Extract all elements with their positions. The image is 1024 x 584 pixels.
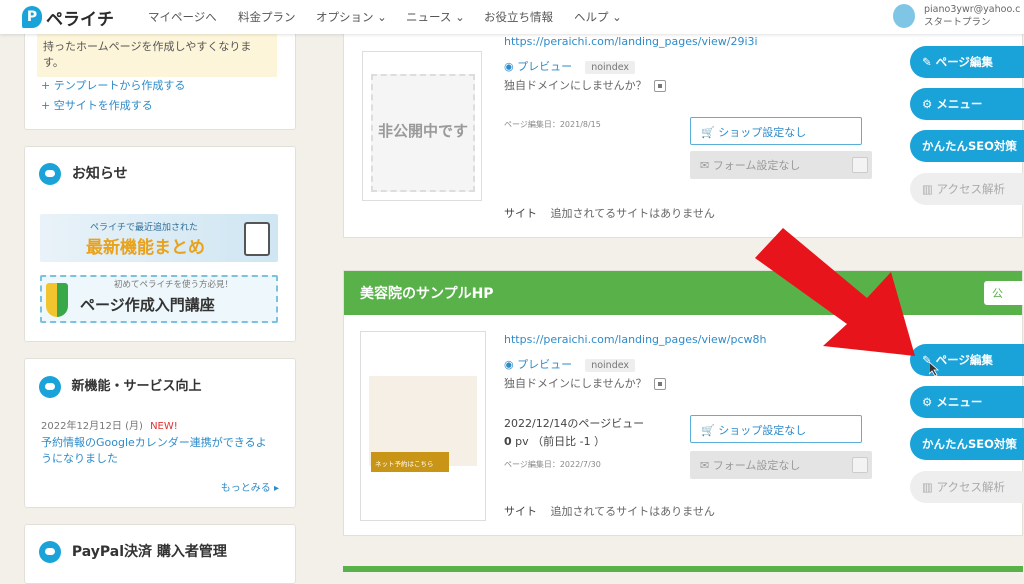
nav-mypage[interactable]: マイページへ — [148, 9, 217, 25]
site1-form-label: ✉ フォーム設定なし — [700, 159, 801, 172]
site1-site-none: 追加されてるサイトはありません — [550, 207, 715, 220]
site2-menu-button[interactable]: ⚙ メニュー — [910, 386, 1024, 418]
site2-title[interactable]: 美容院のサンプルHP — [360, 286, 494, 302]
lock-icon — [654, 378, 667, 390]
news-date-row: 2022年12月12日 (月) NEW! — [41, 417, 178, 432]
beginner-mark-icon — [46, 283, 68, 317]
intro-line-2: す。 — [43, 56, 64, 69]
site2-site-label: サイト — [504, 505, 537, 518]
lock-icon — [654, 80, 667, 92]
site1-edited-date: ページ編集日：2021/8/15 — [504, 120, 601, 129]
speech-bubble-icon — [39, 163, 61, 185]
paypal-header[interactable]: PayPal決済 購入者管理 — [39, 541, 227, 563]
paypal-title: PayPal決済 購入者管理 — [71, 544, 227, 560]
news-title: 新機能・サービス向上 — [71, 379, 202, 394]
mouse-cursor-icon — [929, 362, 939, 376]
site2-status-badge[interactable]: 公 — [984, 281, 1024, 305]
nav-options[interactable]: オプション ⌄ — [316, 9, 387, 25]
site1-noindex-tag: noindex — [585, 61, 636, 74]
banner1-subtitle: ペライチで最近追加された — [90, 223, 199, 233]
news-line-1: 予約情報のGoogleカレンダー連携ができるよ — [41, 436, 267, 449]
site2-site-none: 追加されてるサイトはありません — [550, 505, 715, 518]
site2-url[interactable]: https://peraichi.com/landing_pages/view/… — [504, 333, 766, 346]
site2-views-row: 0 pv （前日比 -1 ） — [504, 433, 605, 449]
new-badge: NEW! — [150, 421, 178, 432]
site2-views-change: （前日比 -1 ） — [532, 435, 606, 448]
site2-shop-button[interactable]: 🛒 ショップ設定なし — [690, 415, 862, 443]
site2-domain-row[interactable]: 独自ドメインにしませんか？ — [504, 375, 667, 391]
megaphone-icon — [39, 375, 61, 398]
site2-preview-row: ◉ プレビュー noindex — [504, 353, 636, 372]
create-blank-link[interactable]: + 空サイトを作成する — [41, 97, 153, 113]
site1-domain-row[interactable]: 独自ドメインにしませんか？ — [504, 77, 667, 93]
intro-line-1: 持ったホームページを作成しやすくなりま — [43, 40, 252, 53]
phone-icon — [244, 222, 270, 256]
news-date: 2022年12月12日 (月) — [41, 421, 143, 432]
lock-icon — [852, 457, 868, 473]
site2-header: 美容院のサンプルHP — [344, 271, 1022, 315]
site1-menu-button[interactable]: ⚙ メニュー — [910, 88, 1024, 120]
lock-icon — [852, 157, 868, 173]
site2-noindex-tag: noindex — [585, 359, 636, 372]
news-header: 新機能・サービス向上 — [39, 375, 202, 398]
site2-seo-button[interactable]: かんたんSEO対策 — [910, 428, 1024, 460]
site2-page-edit-button[interactable]: ✎ ページ編集 — [910, 344, 1024, 376]
site2-preview-link[interactable]: ◉ プレビュー — [504, 358, 572, 371]
site1-preview-link[interactable]: ◉ プレビュー — [504, 60, 572, 73]
site2-views-unit: pv — [515, 435, 529, 448]
site1-domain-text: 独自ドメインにしませんか？ — [504, 79, 647, 92]
site2-thumbnail[interactable]: ネット予約はこちら — [360, 331, 486, 521]
user-email: piano3ywr@yahoo.c — [924, 4, 1021, 15]
site1-shop-button[interactable]: 🛒 ショップ設定なし — [690, 117, 862, 145]
banner2-subtitle: 初めてペライチを使う方必見！ — [114, 280, 234, 290]
beginner-course-banner[interactable]: 初めてペライチを使う方必見！ ページ作成入門講座 — [40, 275, 278, 323]
site1-analytics-button[interactable]: ▥ アクセス解析 — [910, 173, 1024, 205]
site2-views-value: 0 — [504, 435, 512, 448]
create-intro: 持ったホームページを作成しやすくなりま す。 — [37, 33, 277, 77]
site2-views-label: 2022/12/14のページビュー — [504, 417, 645, 430]
create-from-template-link[interactable]: + テンプレートから作成する — [41, 77, 185, 93]
nav-news[interactable]: ニュース ⌄ — [406, 9, 465, 25]
site-card-3-header — [343, 566, 1023, 572]
red-arrow-annotation — [755, 228, 915, 356]
peraichi-logo[interactable]: P ペライチ — [22, 5, 114, 30]
site1-form-button[interactable]: ✉ フォーム設定なし — [690, 151, 872, 179]
banner1-title: 最新機能まとめ — [86, 238, 205, 258]
news-more-link[interactable]: もっとみる ▸ — [221, 479, 279, 494]
thumb-reserve-button: ネット予約はこちら — [371, 452, 449, 472]
site1-url[interactable]: https://peraichi.com/landing_pages/view/… — [504, 35, 758, 48]
top-nav: P ペライチ マイページへ 料金プラン オプション ⌄ ニュース ⌄ お役立ち情… — [0, 0, 1024, 34]
nav-pricing[interactable]: 料金プラン — [238, 9, 296, 25]
news-article-link[interactable]: 予約情報のGoogleカレンダー連携ができるよ うになりました — [41, 435, 267, 467]
site1-page-edit-button[interactable]: ✎ ページ編集 — [910, 46, 1024, 78]
nav-tips[interactable]: お役立ち情報 — [484, 9, 553, 25]
news-card: 新機能・サービス向上 2022年12月12日 (月) NEW! 予約情報のGoo… — [24, 358, 296, 508]
site2-domain-text: 独自ドメインにしませんか？ — [504, 377, 647, 390]
banner2-title: ページ作成入門講座 — [80, 296, 215, 314]
user-plan: スタートプラン — [924, 17, 991, 28]
news-line-2: うになりました — [41, 452, 118, 465]
site2-edited-date: ページ編集日：2022/7/30 — [504, 460, 601, 469]
avatar[interactable] — [893, 4, 915, 28]
user-info[interactable]: piano3ywr@yahoo.c スタートプラン — [924, 3, 1020, 29]
site2-form-button[interactable]: ✉ フォーム設定なし — [690, 451, 872, 479]
site2-form-label: ✉ フォーム設定なし — [700, 459, 801, 472]
nav-help[interactable]: ヘルプ ⌄ — [574, 9, 622, 25]
new-features-banner[interactable]: ペライチで最近追加された 最新機能まとめ — [40, 214, 278, 262]
logo-mark: P — [22, 6, 42, 28]
site1-site-label: サイト — [504, 207, 537, 220]
private-label: 非公開中です — [377, 122, 468, 140]
notice-title: お知らせ — [71, 166, 128, 182]
notice-header: お知らせ — [39, 163, 128, 185]
site2-analytics-button[interactable]: ▥ アクセス解析 — [910, 471, 1024, 503]
paypal-icon — [39, 541, 61, 563]
paypal-card: PayPal決済 購入者管理 — [24, 524, 296, 584]
site1-site-row: サイト 追加されてるサイトはありません — [504, 205, 715, 221]
site1-thumbnail[interactable]: 非公開中です — [362, 51, 482, 201]
site2-site-row: サイト 追加されてるサイトはありません — [504, 503, 715, 519]
create-card: 持ったホームページを作成しやすくなりま す。 + テンプレートから作成する + … — [24, 20, 296, 130]
site1-preview-row: ◉ プレビュー noindex — [504, 55, 636, 74]
logo-text: ペライチ — [46, 9, 114, 30]
site1-seo-button[interactable]: かんたんSEO対策 — [910, 130, 1024, 162]
